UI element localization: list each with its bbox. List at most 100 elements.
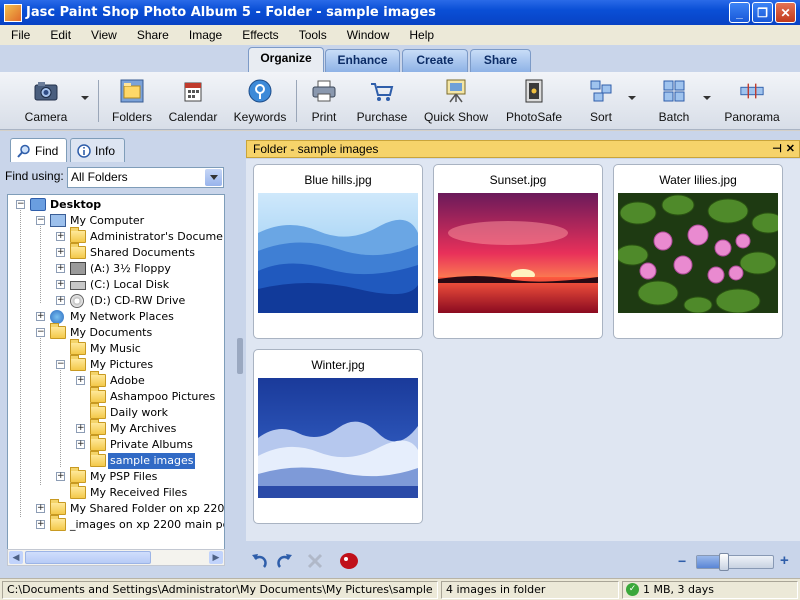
expand-icon[interactable]: + — [36, 312, 45, 321]
tree-label: Private Albums — [110, 438, 193, 451]
close-button[interactable]: ✕ — [775, 2, 796, 23]
zoom-slider[interactable] — [696, 553, 774, 571]
panorama-button[interactable]: Panorama — [720, 76, 784, 128]
thumbnail-card[interactable]: Blue hills.jpg — [253, 164, 423, 339]
tab-enhance[interactable]: Enhance — [325, 49, 400, 72]
tree-guide-line — [60, 367, 61, 467]
thumbnail-name: Water lilies.jpg — [659, 173, 737, 187]
print-button[interactable]: Print — [292, 76, 356, 128]
calendar-button[interactable]: Calendar — [161, 76, 225, 128]
menu-window[interactable]: Window — [336, 28, 399, 42]
batch-dropdown-icon[interactable] — [703, 96, 711, 100]
menu-effects[interactable]: Effects — [231, 28, 287, 42]
collapse-icon[interactable]: − — [36, 216, 45, 225]
rotate-left-icon[interactable] — [248, 550, 270, 572]
check-icon: ✓ — [626, 583, 639, 596]
pin-icon[interactable]: ⊣ — [772, 142, 782, 155]
chevron-down-icon[interactable] — [205, 169, 222, 186]
thumbnail-card[interactable]: Winter.jpg — [253, 349, 423, 524]
keywords-button[interactable]: Keywords — [228, 76, 292, 128]
menu-view[interactable]: View — [80, 28, 126, 42]
scroll-left-icon[interactable]: ◀ — [9, 551, 23, 564]
collapse-icon[interactable]: − — [56, 360, 65, 369]
expand-icon[interactable]: + — [56, 280, 65, 289]
folder-icon — [90, 403, 106, 419]
tab-share[interactable]: Share — [470, 49, 531, 72]
rotate-right-icon[interactable] — [274, 550, 296, 572]
thumbnail-name: Blue hills.jpg — [304, 173, 372, 187]
zoom-in-icon[interactable]: + — [780, 552, 789, 569]
expand-icon[interactable]: + — [56, 296, 65, 305]
expand-icon[interactable]: + — [56, 248, 65, 257]
panorama-icon — [739, 78, 765, 104]
menu-image[interactable]: Image — [178, 28, 231, 42]
keywords-label: Keywords — [233, 110, 287, 124]
purchase-button[interactable]: Purchase — [350, 76, 414, 128]
batch-button[interactable]: Batch — [642, 76, 706, 128]
splitter-grip[interactable] — [237, 338, 243, 374]
camera-button[interactable]: Camera — [14, 76, 78, 128]
expand-icon[interactable]: + — [76, 440, 85, 449]
red-eye-icon[interactable] — [338, 550, 360, 572]
collapse-icon[interactable]: − — [16, 200, 25, 209]
tab-info[interactable]: Info — [70, 138, 125, 162]
panel-header: Folder - sample images ⊣ ✕ — [246, 140, 800, 158]
folder-icon — [90, 435, 106, 451]
expand-icon[interactable]: + — [56, 232, 65, 241]
zoom-out-icon[interactable]: − — [678, 553, 686, 569]
menu-edit[interactable]: Edit — [39, 28, 80, 42]
thumbnail-card[interactable]: Water lilies.jpg — [613, 164, 783, 339]
delete-icon[interactable] — [304, 550, 326, 572]
expand-icon[interactable]: + — [56, 264, 65, 273]
calendar-icon — [180, 78, 206, 104]
zoom-slider-knob[interactable] — [719, 553, 729, 571]
open-folder-icon — [90, 451, 106, 467]
close-panel-icon[interactable]: ✕ — [786, 142, 795, 155]
print-label: Print — [311, 110, 337, 124]
tree-label: Ashampoo Pictures — [110, 390, 216, 403]
batch-label: Batch — [658, 110, 690, 124]
expand-icon[interactable]: + — [56, 472, 65, 481]
sort-label: Sort — [589, 110, 612, 124]
folder-icon — [70, 243, 86, 259]
menu-share[interactable]: Share — [126, 28, 178, 42]
find-using-value: All Folders — [71, 170, 128, 184]
expand-icon[interactable]: + — [76, 376, 85, 385]
tree-label: Desktop — [50, 198, 102, 211]
photosafe-button[interactable]: PhotoSafe — [502, 76, 566, 128]
thumbnail-card[interactable]: Sunset.jpg — [433, 164, 603, 339]
folder-icon — [70, 355, 86, 371]
folders-icon — [119, 78, 145, 104]
scroll-thumb[interactable] — [25, 551, 151, 564]
app-icon — [4, 3, 22, 22]
status-size: ✓ 1 MB, 3 days — [622, 581, 798, 599]
tree-guide-line — [40, 335, 41, 485]
tab-create[interactable]: Create — [402, 49, 468, 72]
expand-icon[interactable]: + — [76, 424, 85, 433]
sort-dropdown-icon[interactable] — [628, 96, 636, 100]
thumbnail-grid: Blue hills.jpg Sunset.jpg Water lilies.j… — [246, 159, 800, 541]
folders-button[interactable]: Folders — [100, 76, 164, 128]
menu-tools[interactable]: Tools — [288, 28, 336, 42]
expand-icon[interactable]: + — [36, 504, 45, 513]
collapse-icon[interactable]: − — [36, 328, 45, 337]
tree-label: _images on xp 2200 main pc (Xx — [70, 518, 224, 531]
minimize-button[interactable]: _ — [729, 2, 750, 23]
tab-organize[interactable]: Organize — [248, 47, 324, 72]
menu-file[interactable]: File — [0, 28, 39, 42]
find-using-select[interactable]: All Folders — [67, 167, 224, 188]
network-icon — [50, 310, 64, 324]
maximize-button[interactable]: ❐ — [752, 2, 773, 23]
toolbar: Camera Folders Calendar Keywords Print P… — [0, 72, 800, 130]
tree-horizontal-scrollbar[interactable]: ◀ ▶ — [7, 549, 225, 566]
tab-find[interactable]: Find — [10, 138, 67, 162]
scroll-right-icon[interactable]: ▶ — [209, 551, 223, 564]
camera-dropdown-icon[interactable] — [81, 96, 89, 100]
panel-splitter[interactable] — [236, 131, 246, 578]
sort-button[interactable]: Sort — [569, 76, 633, 128]
quick-show-button[interactable]: Quick Show — [424, 76, 488, 128]
menu-help[interactable]: Help — [398, 28, 443, 42]
tree-label: Shared Documents — [90, 246, 195, 259]
expand-icon[interactable]: + — [36, 520, 45, 529]
menu-bar: File Edit View Share Image Effects Tools… — [0, 25, 800, 45]
